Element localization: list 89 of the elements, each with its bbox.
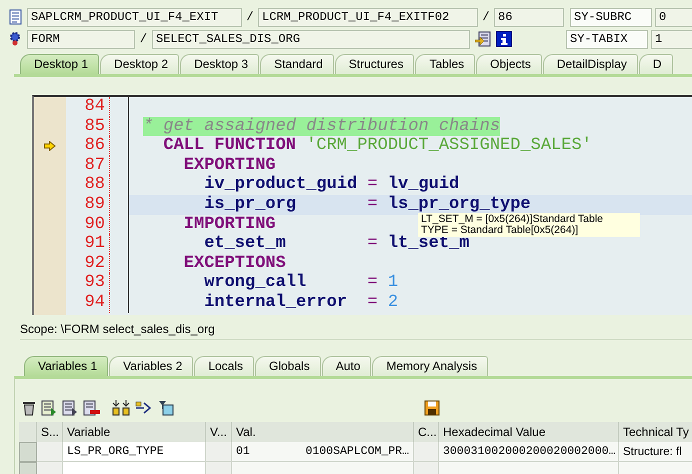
document-remove-icon[interactable]	[83, 400, 101, 416]
code-comment: * get assaigned distribution chains	[143, 116, 500, 136]
code-keyword: CALL FUNCTION	[163, 136, 296, 156]
table-cell-text: 0100SAPLCOM_PR…	[305, 444, 409, 460]
document-icon	[8, 9, 22, 25]
desktop-tab[interactable]: Structures	[334, 54, 414, 74]
code-identifier: wrong_call	[204, 273, 308, 293]
info-icon[interactable]	[496, 31, 512, 47]
variables-tab[interactable]: Variables 1	[24, 356, 108, 376]
code-keyword: EXCEPTIONS	[184, 254, 286, 274]
share-icon[interactable]	[135, 400, 153, 416]
line-field: 86	[494, 8, 564, 26]
table-cell: 300031002000200020002000…	[439, 442, 619, 462]
code-keyword: IMPORTING	[184, 214, 276, 234]
save-icon[interactable]	[424, 400, 440, 416]
table-cell: LS_PR_ORG_TYPE	[63, 442, 206, 462]
separator: /	[481, 10, 491, 24]
arrows-icon[interactable]	[112, 400, 130, 416]
code-identifier: et_set_m	[204, 234, 287, 254]
column-header[interactable]: Hexadecimal Value	[439, 422, 619, 442]
table-cell-text: 01	[236, 444, 250, 460]
code-operator: =	[367, 292, 378, 313]
navigate-icon[interactable]	[475, 31, 491, 47]
line-number: 89	[66, 194, 110, 215]
column-header[interactable]: Variable	[63, 422, 206, 442]
variables-tab[interactable]: Auto	[322, 356, 372, 376]
filter-icon[interactable]	[158, 400, 174, 416]
document-icon[interactable]	[41, 400, 57, 416]
code-number: 2	[388, 292, 398, 313]
line-number: 88	[66, 175, 110, 195]
separator: /	[245, 10, 255, 24]
line-number: 84	[66, 97, 110, 117]
column-header[interactable]: C...	[414, 422, 439, 442]
desktop-tab[interactable]: D	[638, 54, 673, 74]
code-identifier: internal_error	[204, 292, 348, 313]
arrow-icon	[44, 140, 56, 151]
line-number: 86	[66, 136, 110, 156]
line-number: 94	[66, 292, 110, 313]
variables-tab[interactable]: Globals	[255, 356, 321, 376]
code-operator: =	[367, 234, 378, 254]
header-corner	[19, 422, 37, 442]
desktop-tab[interactable]: Standard	[260, 54, 334, 74]
code-identifier: is_pr_org	[204, 194, 298, 215]
code-operator: =	[367, 273, 378, 293]
variables-tab[interactable]: Locals	[194, 356, 254, 376]
code-identifier: lv_guid	[388, 175, 460, 195]
desktop-tab[interactable]: Desktop 3	[180, 54, 260, 74]
table-cell	[37, 442, 63, 462]
gear-icon	[8, 31, 22, 47]
line-number: 93	[66, 273, 110, 293]
line-number: 87	[66, 156, 110, 176]
column-header[interactable]: Val.	[232, 422, 414, 442]
desktop-tab[interactable]: Desktop 2	[100, 54, 180, 74]
include-field: LCRM_PRODUCT_UI_F4_EXITF02	[258, 8, 478, 26]
program-field: SAPLCRM_PRODUCT_UI_F4_EXIT	[27, 8, 242, 26]
desktop-tab[interactable]: Tables	[415, 54, 476, 74]
variables-tab[interactable]: Variables 2	[109, 356, 194, 376]
code-operator: =	[367, 194, 378, 215]
line-number: 91	[66, 234, 110, 254]
scope-label: Scope: \FORM select_sales_dis_org	[20, 319, 692, 340]
variables-tab[interactable]: Memory Analysis	[372, 356, 488, 376]
column-header[interactable]: S...	[37, 422, 63, 442]
system-field-value: 0	[655, 8, 692, 26]
desktop-tab[interactable]: Desktop 1	[20, 54, 100, 74]
code-number: 1	[388, 273, 398, 293]
separator: /	[138, 32, 148, 46]
code-operator: =	[367, 175, 378, 195]
document-icon[interactable]	[62, 400, 78, 416]
desktop-tab[interactable]: Objects	[476, 54, 542, 74]
tooltip-text: LT_SET_M = [0x5(264)]Standard Table	[421, 214, 604, 225]
desktop-tab[interactable]: DetailDisplay	[542, 54, 638, 74]
line-number: 92	[66, 254, 110, 274]
code-identifier: ls_pr_org_type	[388, 194, 531, 214]
column-header[interactable]: V...	[206, 422, 232, 442]
code-string: 'CRM_PRODUCT_ASSIGNED_SALES'	[306, 136, 592, 156]
system-field-name: SY-TABIX	[566, 30, 648, 48]
trash-icon[interactable]	[22, 400, 36, 416]
event-type-field: FORM	[27, 30, 135, 48]
line-number: 90	[66, 214, 110, 234]
table-cell: Structure: fl	[619, 442, 692, 462]
system-field-value: 1	[651, 30, 692, 48]
code-identifier: iv_product_guid	[204, 175, 358, 195]
code-identifier: lt_set_m	[388, 234, 470, 254]
event-name-field: SELECT_SALES_DIS_ORG	[152, 30, 470, 48]
tooltip-text: TYPE = Standard Table[0x5(264)]	[421, 225, 580, 236]
column-header[interactable]: Technical Ty	[619, 422, 692, 442]
line-number: 85	[66, 116, 110, 136]
code-keyword: EXPORTING	[184, 156, 276, 176]
system-field-name: SY-SUBRC	[570, 8, 652, 26]
